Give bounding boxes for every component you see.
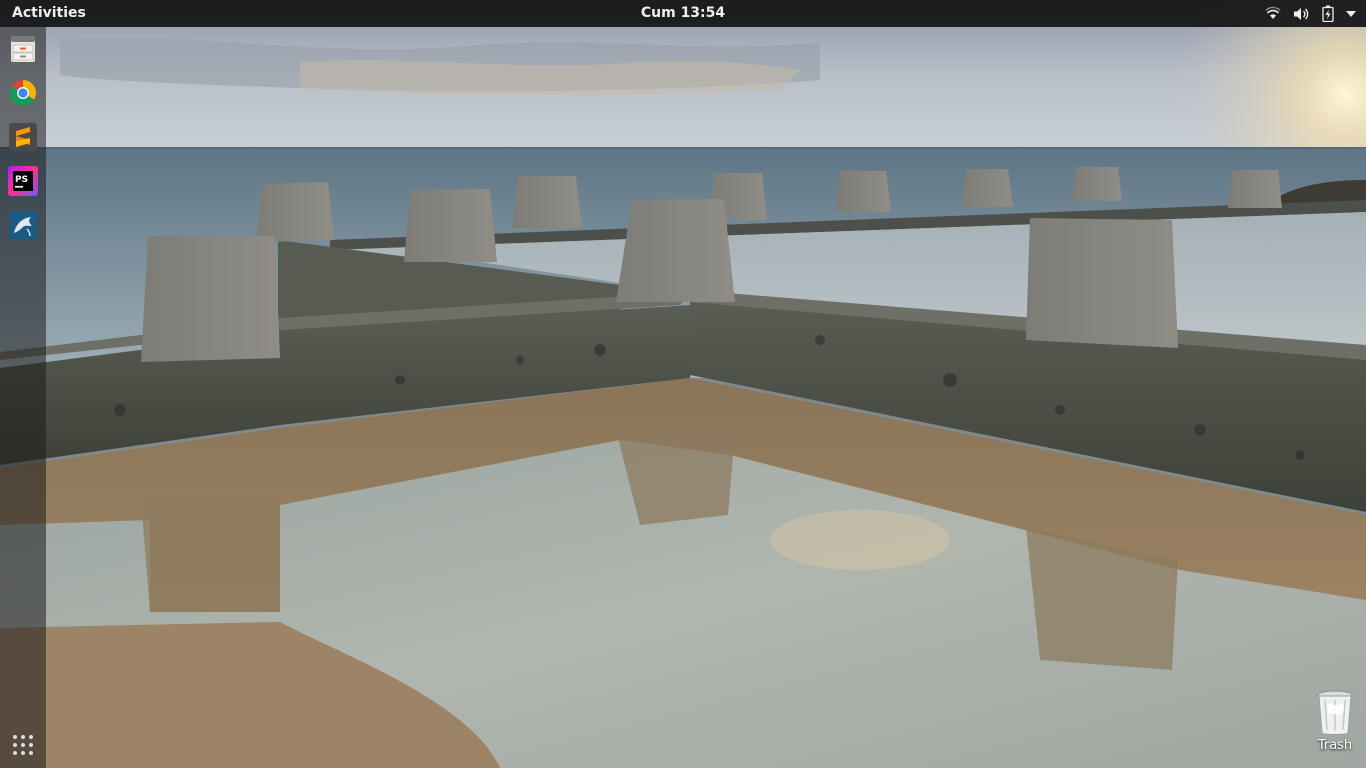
file-cabinet-icon — [11, 36, 35, 62]
wallpaper-image — [0, 0, 1366, 768]
system-menu-arrow-icon — [1346, 10, 1356, 17]
dolphin-icon — [9, 211, 37, 239]
trash-icon — [1317, 690, 1353, 735]
system-tray[interactable] — [1265, 4, 1356, 23]
grid-icon — [13, 735, 33, 755]
sublime-text-icon — [9, 123, 37, 151]
clock[interactable]: Cum 13:54 — [623, 5, 743, 21]
trash-label: Trash — [1317, 738, 1353, 753]
dock: PS — [0, 27, 46, 768]
activities-button[interactable]: Activities — [12, 5, 86, 21]
wifi-icon — [1265, 6, 1281, 22]
dock-item-mysql-workbench[interactable] — [7, 209, 39, 241]
dock-item-files[interactable] — [7, 33, 39, 65]
desktop[interactable]: Activities Cum 13:54 PS Trash — [0, 0, 1366, 768]
phpstorm-badge-text: PS — [15, 175, 28, 185]
chrome-icon — [9, 80, 37, 107]
show-applications-button[interactable] — [11, 733, 35, 757]
dock-item-google-chrome[interactable] — [7, 77, 39, 109]
battery-icon — [1322, 5, 1334, 22]
top-bar: Activities Cum 13:54 — [0, 0, 1366, 27]
phpstorm-icon: PS — [8, 166, 38, 196]
volume-icon — [1293, 6, 1310, 22]
dock-item-sublime-text[interactable] — [7, 121, 39, 153]
dock-item-phpstorm[interactable]: PS — [7, 165, 39, 197]
desktop-trash[interactable]: Trash — [1307, 690, 1363, 762]
